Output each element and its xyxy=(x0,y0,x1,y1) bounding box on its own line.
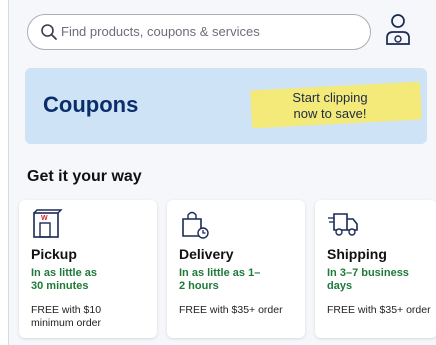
search-bar[interactable]: Find products, coupons & services xyxy=(27,14,371,50)
store-pickup-icon: W xyxy=(33,209,63,238)
card-eta: In as little as 1– 2 hours xyxy=(179,267,297,293)
shipping-card[interactable]: Shipping In 3–7 business days FREE with … xyxy=(315,200,436,338)
fulfillment-cards: W Pickup In as little as 30 minutes FREE… xyxy=(9,200,436,340)
delivery-bag-icon xyxy=(182,211,209,239)
card-eta-line2: days xyxy=(327,280,353,292)
svg-text:W: W xyxy=(41,215,48,222)
card-eta-line1: In as little as xyxy=(31,267,98,279)
card-fee-line2: minimum order xyxy=(31,317,102,329)
card-eta-line1: In as little as 1– xyxy=(179,267,261,279)
card-fee-line1: FREE with $10 xyxy=(31,304,102,316)
banner-cta-line2: now to save! xyxy=(293,106,367,121)
card-eta: In as little as 30 minutes xyxy=(31,267,149,293)
app-screen: Find products, coupons & services Coupon… xyxy=(8,0,436,345)
card-eta-line2: 2 hours xyxy=(179,280,219,292)
card-eta-line1: In 3–7 business xyxy=(327,267,409,279)
card-fee: FREE with $10 minimum order xyxy=(31,304,153,330)
card-title: Pickup xyxy=(31,246,77,262)
card-title: Shipping xyxy=(327,246,387,262)
card-eta: In 3–7 business days xyxy=(327,267,436,293)
coupons-banner[interactable]: Coupons Start clipping now to save! xyxy=(25,68,427,144)
card-fee-line1: FREE with $35+ order xyxy=(179,304,283,316)
banner-cta[interactable]: Start clipping now to save! xyxy=(265,90,395,122)
banner-title: Coupons xyxy=(43,92,139,117)
card-fee: FREE with $35+ order xyxy=(327,304,436,317)
shipping-truck-icon xyxy=(328,213,358,236)
card-fee: FREE with $35+ order xyxy=(179,304,301,317)
card-title: Delivery xyxy=(179,246,234,262)
section-title: Get it your way xyxy=(27,168,142,185)
account-icon[interactable] xyxy=(383,12,413,48)
delivery-card[interactable]: Delivery In as little as 1– 2 hours FREE… xyxy=(167,200,305,338)
search-input[interactable]: Find products, coupons & services xyxy=(61,24,260,39)
banner-cta-line1: Start clipping xyxy=(292,90,368,105)
pickup-card[interactable]: W Pickup In as little as 30 minutes FREE… xyxy=(19,200,157,338)
card-fee-line1: FREE with $35+ order xyxy=(327,304,431,316)
card-eta-line2: 30 minutes xyxy=(31,280,89,292)
search-icon xyxy=(41,24,57,40)
